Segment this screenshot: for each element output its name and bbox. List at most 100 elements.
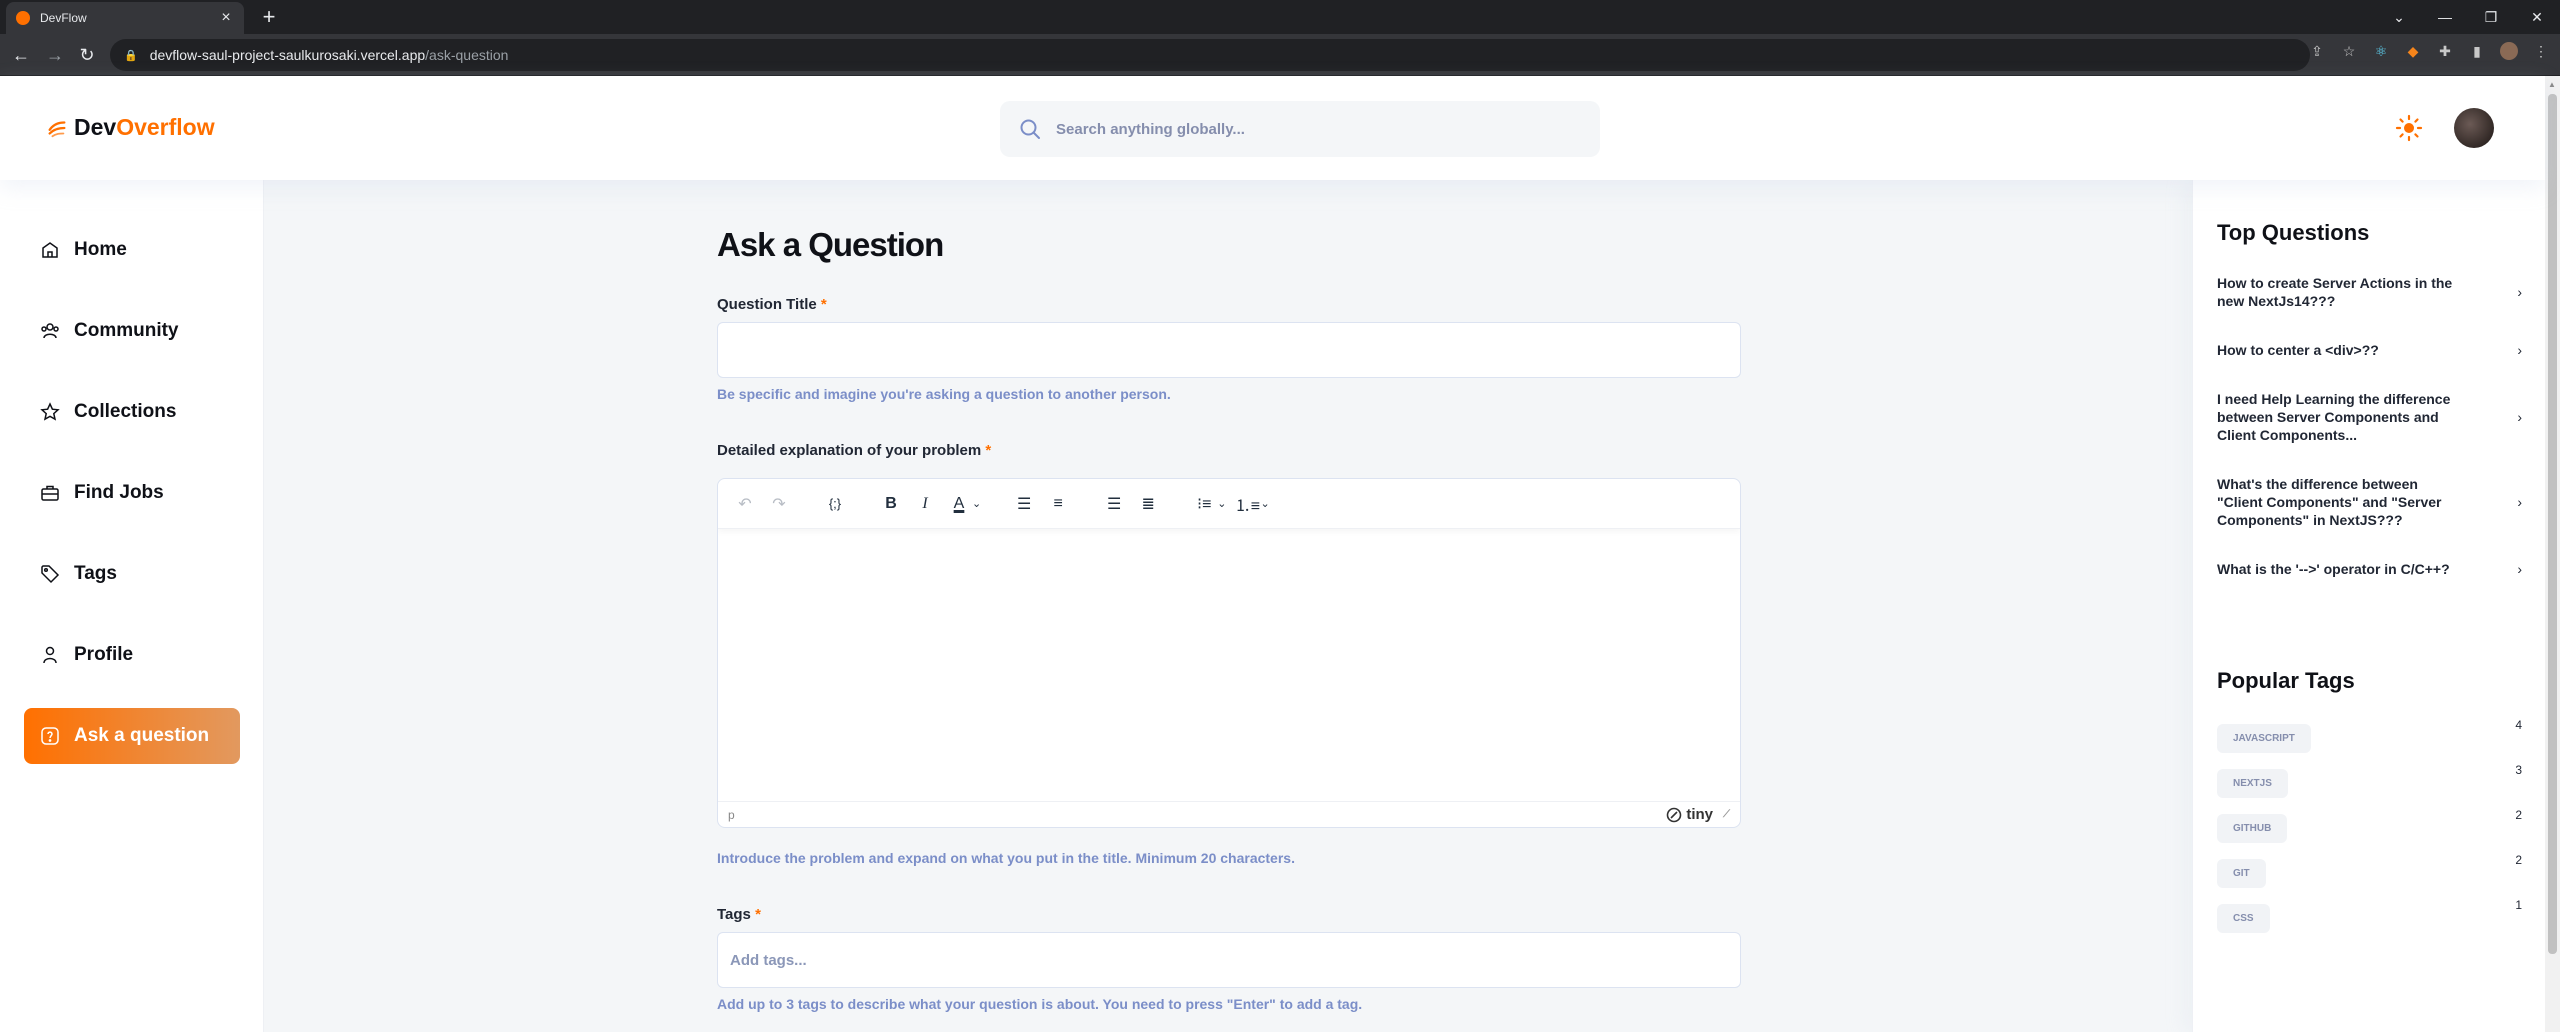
tags-input[interactable]	[730, 951, 1630, 969]
logo-prefix: Dev	[74, 114, 117, 140]
sidebar-item-tags[interactable]: Tags	[24, 546, 240, 602]
scroll-thumb[interactable]	[2548, 94, 2557, 954]
sidebar-item-label: Community	[74, 320, 179, 341]
react-devtools-icon[interactable]: ⚛	[2372, 42, 2390, 60]
tag-count: 2	[2515, 853, 2522, 867]
tag-badge[interactable]: CSS	[2217, 904, 2270, 933]
chevron-down-icon[interactable]: ⌄	[972, 497, 981, 510]
tag-badge[interactable]: GIT	[2217, 859, 2266, 888]
popular-tag-row[interactable]: CSS 1	[2217, 898, 2522, 933]
bookmark-star-icon[interactable]: ☆	[2340, 42, 2358, 60]
close-tab-icon[interactable]: ×	[218, 9, 234, 27]
numbered-list-icon[interactable]: ⒈≡	[1230, 487, 1264, 521]
tag-badge[interactable]: GITHUB	[2217, 814, 2288, 843]
logo-text: DevOverflow	[74, 114, 215, 141]
chevron-right-icon: ›	[2517, 284, 2522, 300]
user-icon	[43, 646, 57, 664]
align-left-icon[interactable]: ☰	[1007, 487, 1041, 521]
popular-tag-row[interactable]: NEXTJS 3	[2217, 763, 2522, 798]
browser-tab[interactable]: DevFlow ×	[6, 2, 244, 34]
text-color-icon[interactable]: A	[942, 487, 976, 521]
window-controls: ⌄ — ❐ ✕	[2376, 0, 2560, 34]
page-scrollbar[interactable]: ▲	[2545, 76, 2560, 1032]
resize-handle-icon[interactable]: ⟋	[1723, 809, 1730, 820]
metamask-icon[interactable]: ◆	[2404, 42, 2422, 60]
tab-search-icon[interactable]: ⌄	[2376, 9, 2422, 26]
tag-icon	[41, 565, 60, 584]
italic-icon[interactable]: I	[908, 487, 942, 521]
align-center-icon[interactable]: ≡	[1041, 487, 1075, 521]
user-avatar[interactable]	[2454, 108, 2494, 148]
global-search[interactable]	[1000, 101, 1600, 157]
question-title-input[interactable]	[717, 322, 1741, 378]
new-tab-icon[interactable]: +	[256, 5, 282, 31]
top-question-item[interactable]: How to create Server Actions in the new …	[2217, 274, 2522, 310]
minimize-icon[interactable]: —	[2422, 9, 2468, 25]
top-question-item[interactable]: What's the difference between "Client Co…	[2217, 475, 2522, 529]
suitcase-icon	[41, 485, 59, 501]
rich-text-editor[interactable]: ↶ ↷ {;} B I A ⌄ ☰ ≡ ☰ ≣ ⁝≡ ⌄ ⒈≡ ⌄ p tiny…	[717, 478, 1741, 828]
top-question-item[interactable]: I need Help Learning the difference betw…	[2217, 390, 2522, 444]
logo[interactable]: DevOverflow	[46, 114, 215, 141]
favicon-icon	[16, 11, 30, 25]
url-path: /ask-question	[425, 47, 509, 63]
scroll-up-icon[interactable]: ▲	[2548, 80, 2556, 89]
redo-icon[interactable]: ↷	[762, 487, 796, 521]
top-question-text: What is the '-->' operator in C/C++?	[2217, 561, 2450, 577]
top-question-item[interactable]: How to center a <div>?? ›	[2217, 341, 2522, 359]
global-search-input[interactable]	[1056, 120, 1556, 138]
bullet-list-icon[interactable]: ⁝≡	[1187, 487, 1221, 521]
restore-icon[interactable]: ❐	[2468, 9, 2514, 26]
chevron-down-icon[interactable]: ⌄	[1217, 497, 1226, 510]
tags-field[interactable]	[717, 932, 1741, 988]
share-icon[interactable]: ⇪	[2308, 42, 2326, 60]
right-sidebar: Top Questions How to create Server Actio…	[2192, 180, 2545, 1032]
sidebar-item-home[interactable]: Home	[24, 222, 240, 278]
ask-question-button[interactable]: Ask a question	[24, 708, 240, 764]
tiny-brand[interactable]: tiny ⟋	[1666, 806, 1730, 823]
code-sample-icon[interactable]: {;}	[818, 487, 852, 521]
sidebar-item-collections[interactable]: Collections	[24, 384, 240, 440]
reload-icon[interactable]: ↻	[74, 42, 100, 68]
tiny-brand-text: tiny	[1686, 806, 1713, 823]
star-icon	[40, 402, 60, 421]
more-menu-icon[interactable]: ⋮	[2532, 42, 2550, 60]
tag-count: 1	[2515, 898, 2522, 912]
undo-icon[interactable]: ↶	[728, 487, 762, 521]
chevron-right-icon: ›	[2517, 409, 2522, 425]
sidebar-item-find-jobs[interactable]: Find Jobs	[24, 465, 240, 521]
align-right-icon[interactable]: ☰	[1097, 487, 1131, 521]
element-path[interactable]: p	[728, 808, 735, 822]
window-close-icon[interactable]: ✕	[2514, 9, 2560, 26]
tags-hint: Add up to 3 tags to describe what your q…	[717, 996, 1363, 1012]
side-panel-icon[interactable]: ▮	[2468, 42, 2486, 60]
tag-count: 4	[2515, 718, 2522, 732]
sidebar-item-community[interactable]: Community	[24, 303, 240, 359]
editor-body[interactable]	[718, 529, 1740, 801]
top-question-item[interactable]: What is the '-->' operator in C/C++? ›	[2217, 560, 2522, 578]
search-icon	[1020, 119, 1040, 139]
address-bar[interactable]: 🔒 devflow-saul-project-saulkurosaki.verc…	[110, 39, 2310, 71]
chevron-down-icon[interactable]: ⌄	[1260, 497, 1269, 510]
popular-tag-row[interactable]: GIT 2	[2217, 853, 2522, 888]
forward-icon[interactable]: →	[42, 42, 68, 68]
align-justify-icon[interactable]: ≣	[1131, 487, 1165, 521]
popular-tag-row[interactable]: JAVASCRIPT 4	[2217, 718, 2522, 753]
question-icon	[41, 727, 59, 745]
bold-icon[interactable]: B	[874, 487, 908, 521]
tag-badge[interactable]: JAVASCRIPT	[2217, 724, 2311, 753]
sun-icon[interactable]	[2395, 114, 2423, 142]
profile-avatar-icon[interactable]	[2500, 42, 2518, 60]
tiny-logo-icon	[1667, 807, 1682, 822]
browser-toolbar: ← → ↻ 🔒 devflow-saul-project-saulkurosak…	[0, 34, 2560, 76]
sidebar-item-label: Collections	[74, 401, 177, 422]
tag-badge[interactable]: NEXTJS	[2217, 769, 2288, 798]
required-mark: *	[755, 906, 761, 923]
popular-tag-row[interactable]: GITHUB 2	[2217, 808, 2522, 843]
top-question-text: How to create Server Actions in the new …	[2217, 275, 2453, 309]
url-host: devflow-saul-project-saulkurosaki.vercel…	[149, 47, 426, 63]
extensions-puzzle-icon[interactable]: ✚	[2436, 42, 2454, 60]
back-icon[interactable]: ←	[8, 42, 34, 68]
chevron-right-icon: ›	[2517, 561, 2522, 577]
sidebar-item-profile[interactable]: Profile	[24, 627, 240, 683]
